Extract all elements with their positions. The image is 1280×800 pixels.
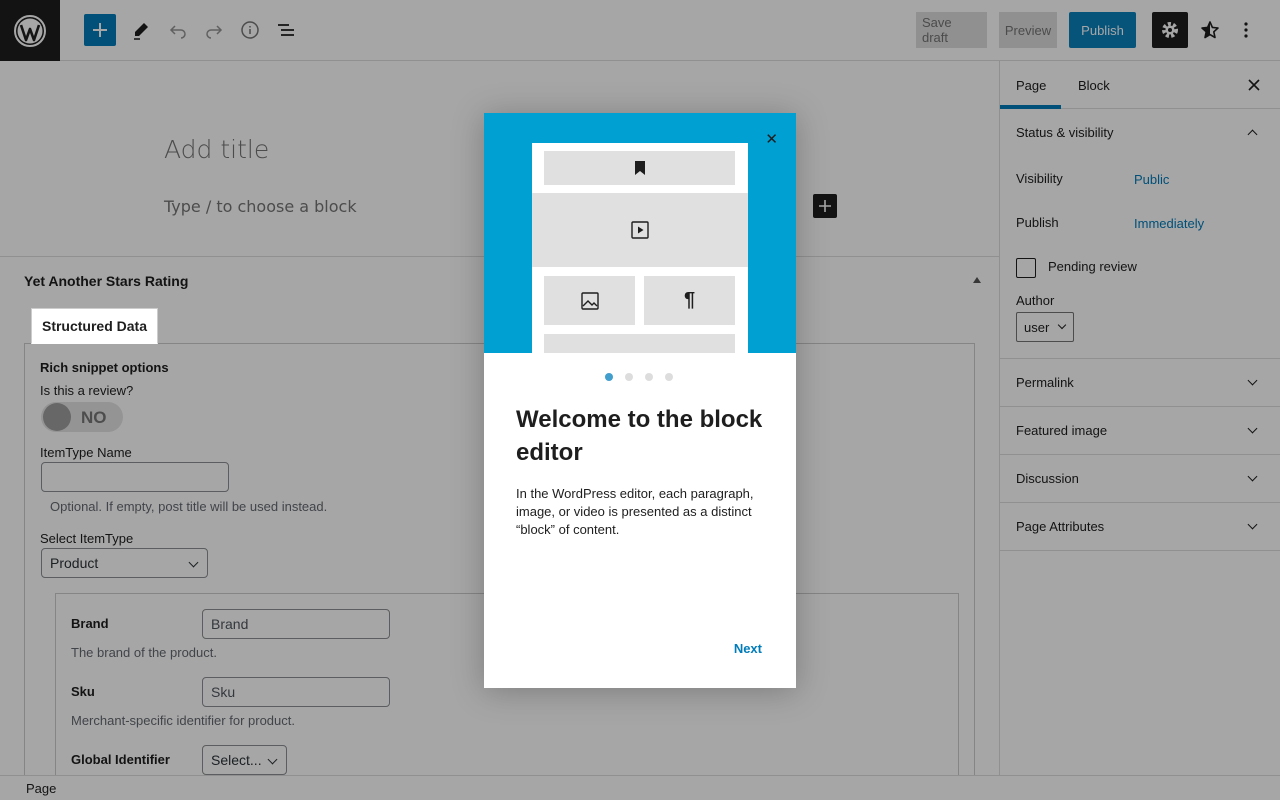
page-dot-2[interactable] [625,373,633,381]
video-icon [631,221,649,239]
image-icon [580,291,599,310]
modal-description: In the WordPress editor, each paragraph,… [516,486,754,537]
illustration-block [532,193,748,267]
page-dot-4[interactable] [665,373,673,381]
illustration-block [544,151,735,185]
paragraph-icon: ¶ [644,276,735,325]
page-dot-1[interactable] [605,373,613,381]
bookmark-icon [634,161,645,175]
page-dot-3[interactable] [645,373,653,381]
welcome-illustration: ¶ [484,113,796,353]
welcome-guide-modal: ¶ ✕ Welcome to the block editor In the W… [484,113,796,688]
modal-heading: Welcome to the block editor [516,406,763,466]
illustration-block [544,334,735,353]
close-modal-button[interactable]: ✕ [765,130,778,148]
tab-structured-data[interactable]: Structured Data [31,308,158,344]
illustration-block [544,276,635,325]
editor-illustration: ¶ [532,143,748,353]
next-button[interactable]: Next [734,641,762,656]
